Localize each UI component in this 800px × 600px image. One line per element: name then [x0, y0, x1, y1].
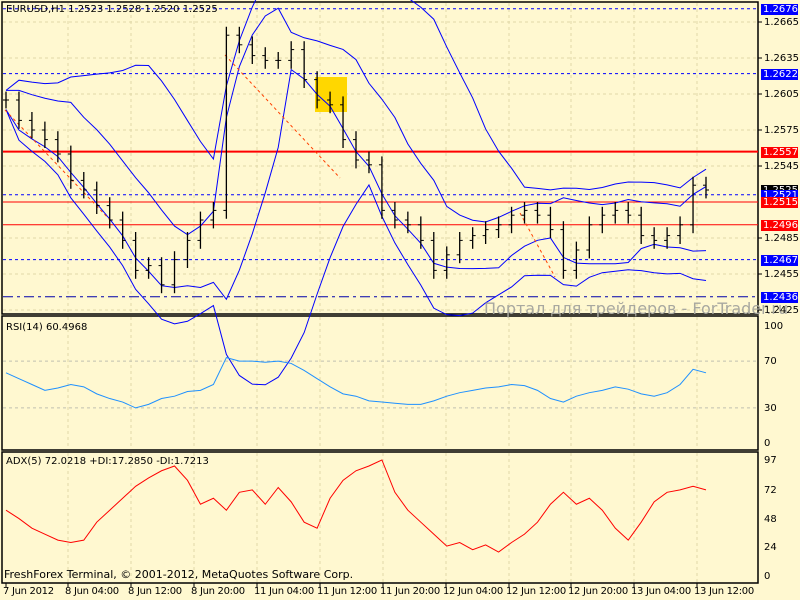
adx-tick-label: 24	[764, 542, 777, 554]
symbol-header: EURUSD,H1 1.2523 1.2528 1.2520 1.2525	[6, 4, 218, 15]
time-label: 11 Jun 04:00	[254, 586, 314, 597]
price-tag-1.2496: 1.2496	[761, 219, 798, 231]
time-label: 8 Jun 20:00	[191, 586, 245, 597]
price-tag-1.2515: 1.2515	[761, 197, 798, 208]
adx-tick-label: 72	[764, 484, 777, 496]
rsi-tick-label: 30	[764, 402, 777, 414]
adx-tick-label: 0	[764, 571, 771, 582]
band-line-1-1	[5, 68, 707, 301]
price-tag-1.2467: 1.2467	[761, 254, 798, 266]
footer-copyright: FreshForex Terminal, © 2001-2012, MetaQu…	[4, 568, 354, 581]
price-tick-label: 1.2485	[764, 233, 799, 244]
trend-line	[4, 109, 111, 221]
adx-tick-label: 48	[764, 513, 777, 525]
watermark: Портал для трейдеров - ForTrader.ru	[484, 299, 789, 318]
rsi-tick-label: 0	[764, 438, 771, 449]
rsi-tick-label: 100	[764, 321, 784, 332]
time-label: 13 Jun 12:00	[694, 586, 754, 597]
adx-line	[5, 459, 707, 553]
price-tick-label: 1.2455	[764, 269, 799, 280]
time-label: 8 Jun 12:00	[128, 586, 182, 597]
price-tick-label: 1.2665	[764, 17, 799, 28]
highlight-box	[315, 77, 347, 112]
time-label: 12 Jun 12:00	[506, 586, 566, 597]
time-label: 12 Jun 04:00	[443, 586, 503, 597]
time-label: 12 Jun 20:00	[568, 586, 628, 597]
price-tag-1.2436: 1.2436	[761, 291, 798, 303]
adx-header: ADX(5) 72.0218 +DI:17.2850 -DI:1.7213	[6, 456, 209, 467]
price-tick-label: 1.2575	[764, 125, 799, 136]
time-label: 13 Jun 04:00	[631, 586, 691, 597]
band-line-1-0	[6, 7, 707, 236]
panel-frame-1	[1, 315, 759, 451]
price-tag-1.2622: 1.2622	[761, 68, 798, 80]
price-tick-label: 1.2605	[764, 89, 799, 100]
panel-frame-0	[1, 1, 759, 315]
adx-tick-label: 97	[764, 455, 777, 466]
price-tag-1.2676: 1.2676	[761, 3, 798, 15]
price-tick-label: 1.2545	[764, 161, 799, 172]
rsi-header: RSI(14) 60.4968	[6, 322, 88, 333]
price-tick-label: 1.2425	[764, 305, 799, 316]
rsi-line	[5, 356, 707, 409]
price-tag-1.2557: 1.2557	[761, 146, 798, 158]
time-label: 11 Jun 12:00	[317, 586, 377, 597]
time-label: 7 Jun 2012	[3, 586, 54, 597]
price-tick-label: 1.2635	[764, 53, 799, 64]
rsi-tick-label: 70	[764, 356, 777, 368]
time-label: 8 Jun 04:00	[65, 586, 119, 597]
time-label: 11 Jun 20:00	[380, 586, 440, 597]
